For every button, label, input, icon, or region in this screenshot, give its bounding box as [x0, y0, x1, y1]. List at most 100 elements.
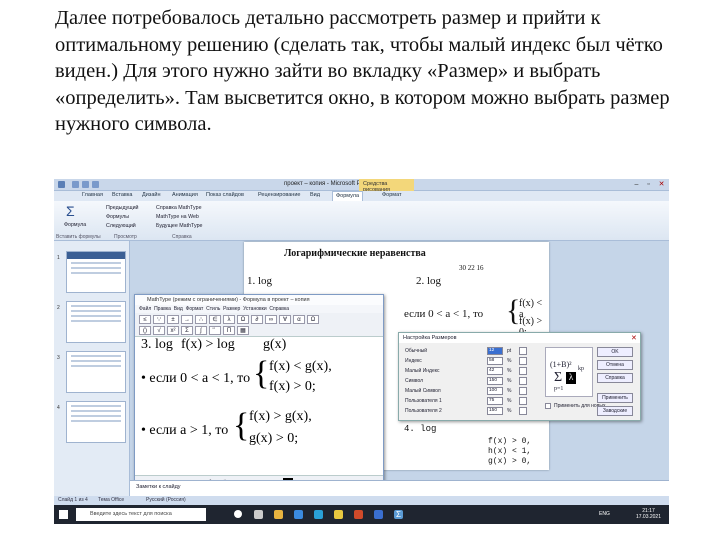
- tab-insert[interactable]: Вставка: [112, 192, 132, 198]
- size-input[interactable]: 100: [487, 387, 503, 395]
- slide-thumbnail[interactable]: [66, 301, 126, 343]
- save-icon[interactable]: [72, 181, 79, 188]
- template-button[interactable]: √: [153, 326, 165, 335]
- menu-help[interactable]: Справка: [269, 306, 289, 312]
- symbol-button[interactable]: ±: [167, 315, 179, 324]
- defaults-button[interactable]: Заводские: [597, 406, 633, 416]
- menu-format[interactable]: Формат: [186, 306, 204, 312]
- mathtype-editor[interactable]: 3. log f(x) > log g(x) • если 0 < a < 1,…: [135, 337, 383, 469]
- size-checkbox[interactable]: [519, 367, 527, 375]
- explorer-icon[interactable]: [274, 510, 283, 519]
- keyboard-language[interactable]: ENG: [599, 511, 610, 517]
- menu-edit[interactable]: Правка: [154, 306, 171, 312]
- template-button[interactable]: ▦: [237, 326, 249, 335]
- next-button[interactable]: Следующий: [106, 223, 136, 229]
- slide-thumbnail[interactable]: [66, 251, 126, 293]
- taskbar-search[interactable]: Введите здесь текст для поиска: [76, 508, 206, 521]
- tab-animation[interactable]: Анимация: [172, 192, 198, 198]
- size-row: Малый Символ 100 %: [405, 387, 540, 396]
- office-button-icon[interactable]: [58, 181, 65, 188]
- sigma-icon[interactable]: Σ: [66, 203, 75, 219]
- template-button[interactable]: Π: [223, 326, 235, 335]
- notes-pane[interactable]: Заметки к слайду: [130, 480, 669, 496]
- clock[interactable]: 21:17 17.03.2021: [636, 508, 661, 520]
- mathtype-sigma-icon[interactable]: Σ: [394, 510, 403, 519]
- symbol-button[interactable]: Ω: [237, 315, 249, 324]
- chrome-icon[interactable]: [334, 510, 343, 519]
- close-icon[interactable]: ✕: [657, 181, 666, 189]
- slide-title: Логарифмические неравенства: [284, 248, 426, 259]
- formulas-button[interactable]: Формулы: [106, 214, 129, 220]
- template-button[interactable]: x²: [167, 326, 179, 335]
- dialog-close-icon[interactable]: ✕: [631, 334, 637, 342]
- formula-button[interactable]: Формула: [64, 222, 86, 228]
- size-checkbox[interactable]: [519, 347, 527, 355]
- tab-design[interactable]: Дизайн: [142, 192, 161, 198]
- size-checkbox[interactable]: [519, 407, 527, 415]
- size-input[interactable]: 150: [487, 377, 503, 385]
- cortana-icon[interactable]: [234, 510, 242, 518]
- menu-view[interactable]: Вид: [174, 306, 183, 312]
- size-input[interactable]: 42: [487, 367, 503, 375]
- template-button[interactable]: (): [139, 326, 151, 335]
- menu-style[interactable]: Стиль: [206, 306, 220, 312]
- symbol-button[interactable]: α: [293, 315, 305, 324]
- size-checkbox[interactable]: [519, 387, 527, 395]
- size-input[interactable]: 75: [487, 397, 503, 405]
- redo-icon[interactable]: [92, 181, 99, 188]
- symbol-button[interactable]: ∞: [265, 315, 277, 324]
- help-button[interactable]: Справка: [597, 373, 633, 383]
- help-mathtype-button[interactable]: Справка MathType: [156, 205, 202, 211]
- tab-formula[interactable]: Формула: [332, 191, 364, 201]
- apply-new-checkbox[interactable]: [545, 403, 551, 409]
- cancel-button[interactable]: Отмена: [597, 360, 633, 370]
- context-tab-drawing-tools[interactable]: Средства рисования: [359, 179, 414, 193]
- symbol-button[interactable]: ∈: [209, 315, 221, 324]
- slide-thumbnail[interactable]: [66, 401, 126, 443]
- symbol-button[interactable]: λ: [223, 315, 235, 324]
- tab-slideshow[interactable]: Показ слайдов: [206, 192, 244, 198]
- symbol-button[interactable]: Ω: [307, 315, 319, 324]
- future-mathtype-button[interactable]: Будущее MathType: [156, 223, 203, 229]
- template-button[interactable]: ∫: [195, 326, 207, 335]
- tab-home[interactable]: Главная: [82, 192, 103, 198]
- mathtype-web-button[interactable]: MathType на Web: [156, 214, 199, 220]
- size-input[interactable]: 58: [487, 357, 503, 365]
- symbol-button[interactable]: ≤: [139, 315, 151, 324]
- size-input[interactable]: 150: [487, 407, 503, 415]
- preview-highlight: λ: [566, 372, 576, 384]
- template-button[interactable]: Σ: [181, 326, 193, 335]
- symbol-button[interactable]: →: [181, 315, 193, 324]
- tab-format[interactable]: Формат: [382, 192, 402, 198]
- apply-button[interactable]: Применить: [597, 393, 633, 403]
- minimize-icon[interactable]: –: [632, 181, 641, 189]
- menu-settings[interactable]: Установки: [243, 306, 267, 312]
- symbol-button[interactable]: ∵: [153, 315, 165, 324]
- mt-line1b: f(x) > log: [181, 337, 235, 352]
- telegram-icon[interactable]: [314, 510, 323, 519]
- word-icon[interactable]: [374, 510, 383, 519]
- slide-thumbnail[interactable]: [66, 351, 126, 393]
- maximize-icon[interactable]: ▫: [644, 181, 653, 189]
- undo-icon[interactable]: [82, 181, 89, 188]
- menu-size[interactable]: Размер: [223, 306, 240, 312]
- size-checkbox[interactable]: [519, 357, 527, 365]
- symbol-button[interactable]: ∀: [279, 315, 291, 324]
- windows-start-icon[interactable]: [59, 510, 68, 519]
- size-checkbox[interactable]: [519, 377, 527, 385]
- prev-button[interactable]: Предыдущий: [106, 205, 139, 211]
- tab-review[interactable]: Рецензирование: [258, 192, 300, 198]
- task-view-icon[interactable]: [254, 510, 263, 519]
- menu-file[interactable]: Файл: [139, 306, 151, 312]
- size-label: Индекс: [405, 358, 422, 364]
- template-button[interactable]: ⃗: [209, 326, 221, 335]
- size-label: Пользователя 1: [405, 398, 442, 404]
- powerpoint-icon[interactable]: [354, 510, 363, 519]
- symbol-button[interactable]: ∴: [195, 315, 207, 324]
- tab-view[interactable]: Вид: [310, 192, 320, 198]
- size-input[interactable]: 12: [487, 347, 503, 355]
- symbol-button[interactable]: ∂: [251, 315, 263, 324]
- edge-icon[interactable]: [294, 510, 303, 519]
- size-checkbox[interactable]: [519, 397, 527, 405]
- ok-button[interactable]: OK: [597, 347, 633, 357]
